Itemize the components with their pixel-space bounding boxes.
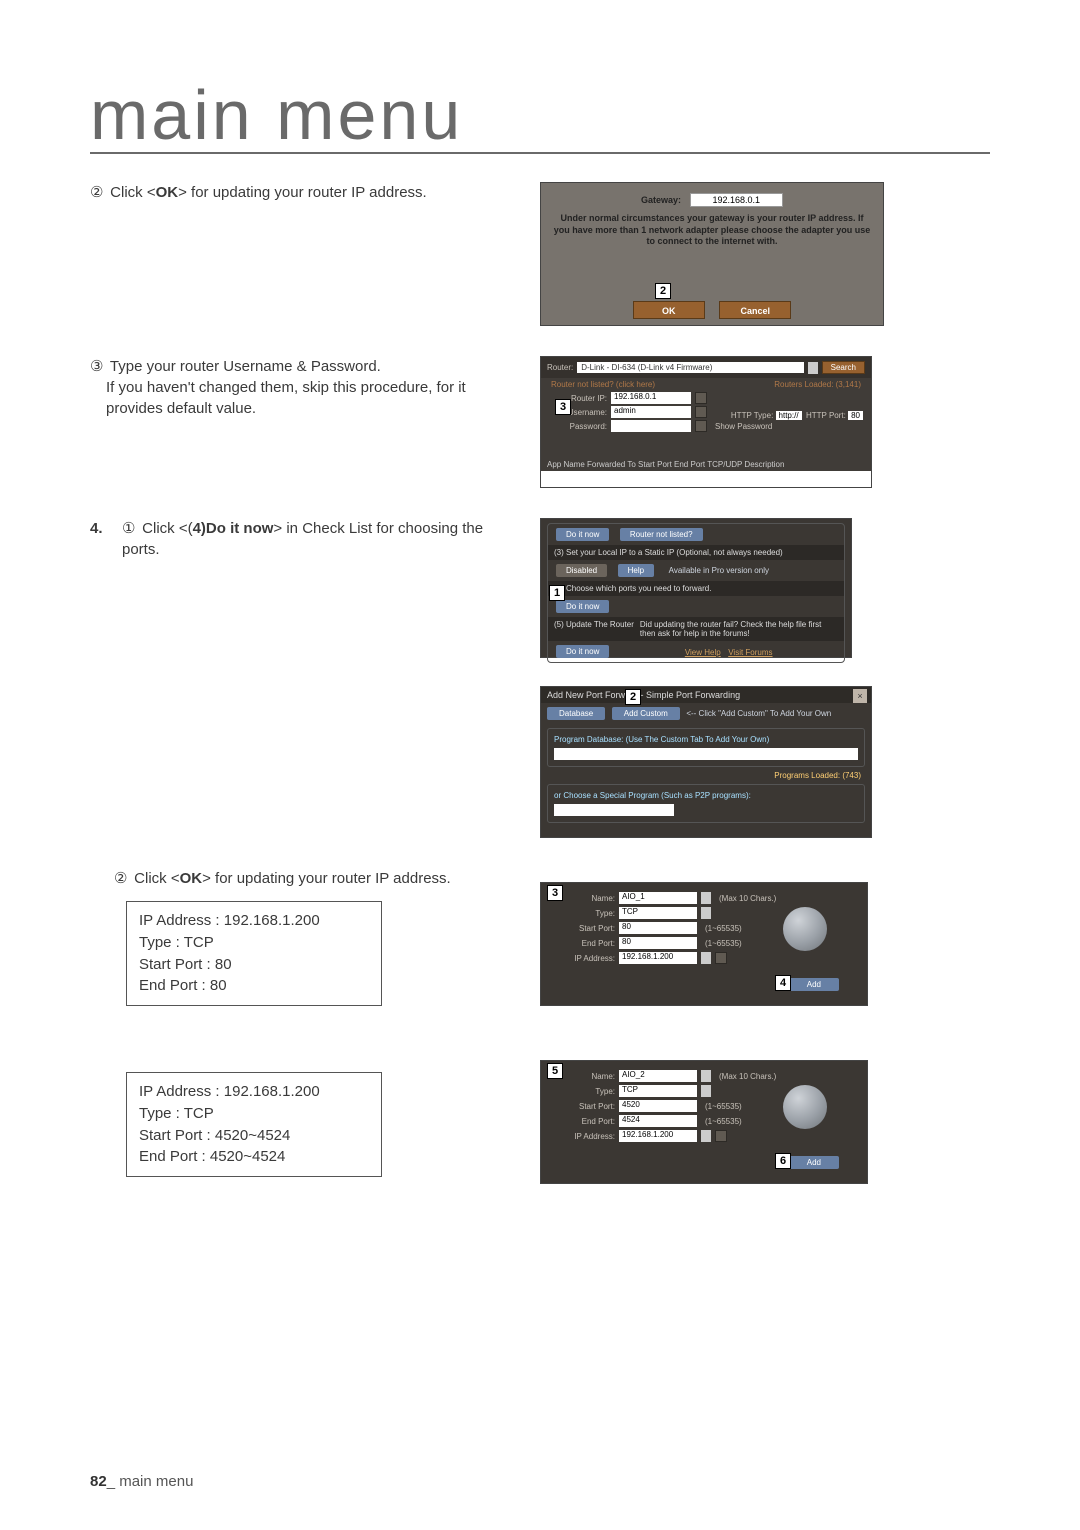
show-password[interactable]: Show Password <box>715 422 772 431</box>
step-4-row: 4. ① Click <(4)Do it now> in Check List … <box>90 518 990 838</box>
help-button[interactable]: Help <box>618 564 654 577</box>
window-title-a: Add New Port F <box>547 690 611 700</box>
callout-2: 2 <box>655 283 671 299</box>
start-port-field[interactable]: 80 <box>619 922 697 934</box>
chevron-down-icon[interactable] <box>701 1130 711 1142</box>
chevron-down-icon[interactable] <box>701 1070 711 1082</box>
user-icon[interactable] <box>695 406 707 418</box>
globe-icon <box>783 907 827 951</box>
type-field-2[interactable]: TCP <box>619 1085 697 1097</box>
cancel-button[interactable]: Cancel <box>719 301 791 319</box>
ip-field[interactable]: 192.168.1.200 <box>619 952 697 964</box>
step-2-row: ② Click <OK> for updating your router IP… <box>90 182 990 326</box>
step-2-circ: ② <box>90 182 106 203</box>
router-ip-field[interactable]: 192.168.0.1 <box>611 392 691 404</box>
chevron-down-icon[interactable] <box>808 362 818 374</box>
callout-5: 5 <box>547 1063 563 1079</box>
close-icon[interactable]: × <box>853 689 867 703</box>
chevron-down-icon[interactable] <box>701 907 711 919</box>
callout-1: 1 <box>549 585 565 601</box>
portinfo-box-1: IP Address : 192.168.1.200 Type : TCP St… <box>126 901 382 1006</box>
disabled-button: Disabled <box>556 564 607 577</box>
callout-4: 4 <box>775 975 791 991</box>
name-field-2[interactable]: AIO_2 <box>619 1070 697 1082</box>
eye-icon[interactable] <box>695 420 707 432</box>
router-info-panel: Router: D-Link - DI-634 (D-Link v4 Firmw… <box>540 356 872 488</box>
gateway-dialog: Gateway: 192.168.0.1 Under normal circum… <box>540 182 884 326</box>
step-4b-row: ② Click <OK> for updating your router IP… <box>90 868 990 1030</box>
add-custom-hint: <-- Click "Add Custom" To Add Your Own <box>686 709 831 718</box>
pro-note: Available in Pro version only <box>669 566 769 575</box>
callout-6: 6 <box>775 1153 791 1169</box>
router-label: Router: <box>547 363 573 372</box>
type-field[interactable]: TCP <box>619 907 697 919</box>
http-port-field[interactable]: 80 <box>848 411 863 420</box>
callout-2b: 2 <box>625 689 641 705</box>
do-it-now-button-4[interactable]: Do it now <box>556 600 609 613</box>
group-db-label: Program Database: (Use The Custom Tab To… <box>554 735 858 744</box>
refresh-icon[interactable] <box>695 392 707 404</box>
step-3-line2: If you haven't changed them, skip this p… <box>106 377 510 419</box>
routers-loaded: Routers Loaded: (3,141) <box>774 380 861 389</box>
gateway-msg: Under normal circumstances your gateway … <box>553 213 871 248</box>
router-select[interactable]: D-Link - DI-634 (D-Link v4 Firmware) <box>577 362 803 373</box>
chevron-down-icon[interactable] <box>701 892 711 904</box>
step-4-main: 4. <box>90 518 114 560</box>
port2-row: IP Address : 192.168.1.200 Type : TCP St… <box>90 1060 990 1201</box>
table-body <box>541 471 871 487</box>
do-it-now-button[interactable]: Do it now <box>556 528 609 541</box>
add-button-2[interactable]: Add <box>789 1156 839 1169</box>
callout-3: 3 <box>555 399 571 415</box>
view-help-link[interactable]: View Help <box>685 648 721 657</box>
callout-3b: 3 <box>547 885 563 901</box>
username-field[interactable]: admin <box>611 406 691 418</box>
password-field[interactable] <box>611 420 691 432</box>
page-title: main menu <box>90 80 990 154</box>
page-footer: 82_ main menu <box>90 1473 193 1490</box>
checklist-row-3: (3) Set your Local IP to a Static IP (Op… <box>548 545 844 560</box>
router-not-listed-link[interactable]: Router not listed? (click here) <box>551 380 655 389</box>
gateway-value[interactable]: 192.168.0.1 <box>690 193 784 207</box>
step-3-text: ③ Type your router Username & Password. … <box>90 356 510 488</box>
visit-forums-link[interactable]: Visit Forums <box>728 648 772 657</box>
end-port-field-2[interactable]: 4524 <box>619 1115 697 1127</box>
table-header: App Name Forwarded To Start Port End Por… <box>547 460 784 469</box>
special-program-select[interactable] <box>554 804 674 816</box>
checklist-row-4: (4) Choose which ports you need to forwa… <box>548 581 844 596</box>
router-not-listed-button[interactable]: Router not listed? <box>620 528 703 541</box>
portinfo-box-2: IP Address : 192.168.1.200 Type : TCP St… <box>126 1072 382 1177</box>
start-port-field-2[interactable]: 4520 <box>619 1100 697 1112</box>
chevron-down-icon[interactable] <box>701 1085 711 1097</box>
globe-icon <box>783 1085 827 1129</box>
step-2-text: ② Click <OK> for updating your router IP… <box>90 182 510 326</box>
fail-note: Did updating the router fail? Check the … <box>640 620 838 638</box>
group-special-label: or Choose a Special Program (Such as P2P… <box>554 791 858 800</box>
ip-field-2[interactable]: 192.168.1.200 <box>619 1130 697 1142</box>
port-form-2: 5 Name:AIO_2(Max 10 Chars.) Type:TCP Sta… <box>540 1060 868 1184</box>
add-port-forward-window: Add New Port Forward - Simple Port Forwa… <box>540 686 872 838</box>
step-3-row: ③ Type your router Username & Password. … <box>90 356 990 488</box>
step-3-circ: ③ <box>90 356 106 377</box>
step-4-text: ① Click <(4)Do it now> in Check List for… <box>122 518 510 560</box>
page: main menu ② Click <OK> for updating your… <box>0 0 1080 1530</box>
checklist-row-5: (5) Update The Router <box>554 620 634 638</box>
programs-loaded: Programs Loaded: (743) <box>541 771 861 780</box>
pc-icon[interactable] <box>715 1130 727 1142</box>
tab-add-custom[interactable]: Add Custom <box>612 707 680 720</box>
pc-icon[interactable] <box>715 952 727 964</box>
http-type-field[interactable]: http:// <box>776 411 802 420</box>
program-db-select[interactable] <box>554 748 858 760</box>
checklist-panel: Do it now Router not listed? (3) Set you… <box>540 518 852 658</box>
do-it-now-button-5[interactable]: Do it now <box>556 645 609 658</box>
tab-database[interactable]: Database <box>547 707 605 720</box>
search-button[interactable]: Search <box>822 361 865 374</box>
gateway-label: Gateway: <box>641 195 681 205</box>
step-4b-circ: ② <box>114 868 130 889</box>
end-port-field[interactable]: 80 <box>619 937 697 949</box>
add-button[interactable]: Add <box>789 978 839 991</box>
port-form-1: 3 Name:AIO_1(Max 10 Chars.) Type:TCP Sta… <box>540 882 868 1006</box>
chevron-down-icon[interactable] <box>701 952 711 964</box>
name-field[interactable]: AIO_1 <box>619 892 697 904</box>
ok-button[interactable]: OK <box>633 301 705 319</box>
